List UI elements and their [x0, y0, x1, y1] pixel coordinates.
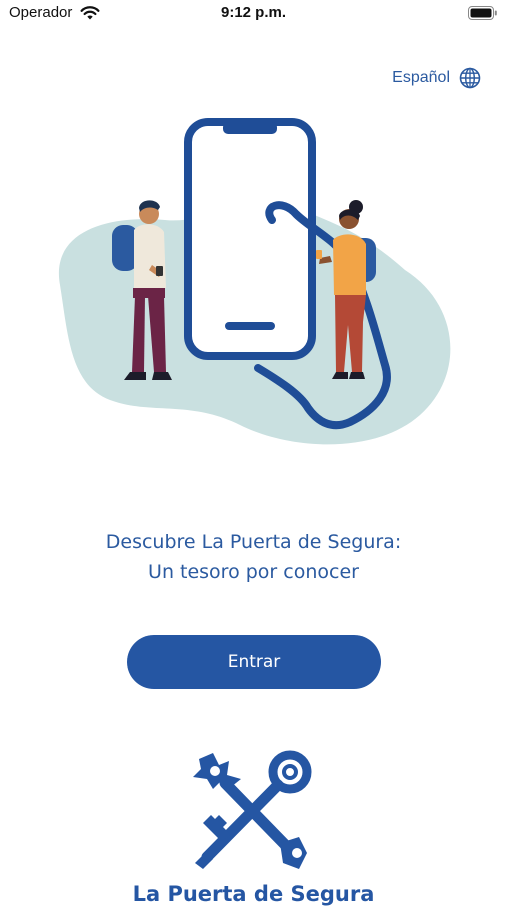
language-selector[interactable]: Español — [392, 67, 481, 89]
status-bar: Operador 9:12 p.m. — [0, 0, 507, 30]
status-time: 9:12 p.m. — [220, 4, 287, 21]
headline-line-1: Descubre La Puerta de Segura: — [105, 531, 402, 553]
headline: Descubre La Puerta de Segura: Un tesoro … — [0, 527, 507, 587]
globe-icon — [459, 67, 481, 89]
crossed-keys-logo — [193, 750, 312, 869]
logo-text: La Puerta de Segura — [132, 882, 375, 906]
phone-travelers-illustration — [58, 118, 451, 445]
enter-button[interactable]: Entrar — [127, 635, 381, 689]
language-label: Español — [392, 69, 450, 86]
battery-icon — [468, 6, 497, 20]
headline-line-2: Un tesoro por conocer — [148, 561, 359, 583]
